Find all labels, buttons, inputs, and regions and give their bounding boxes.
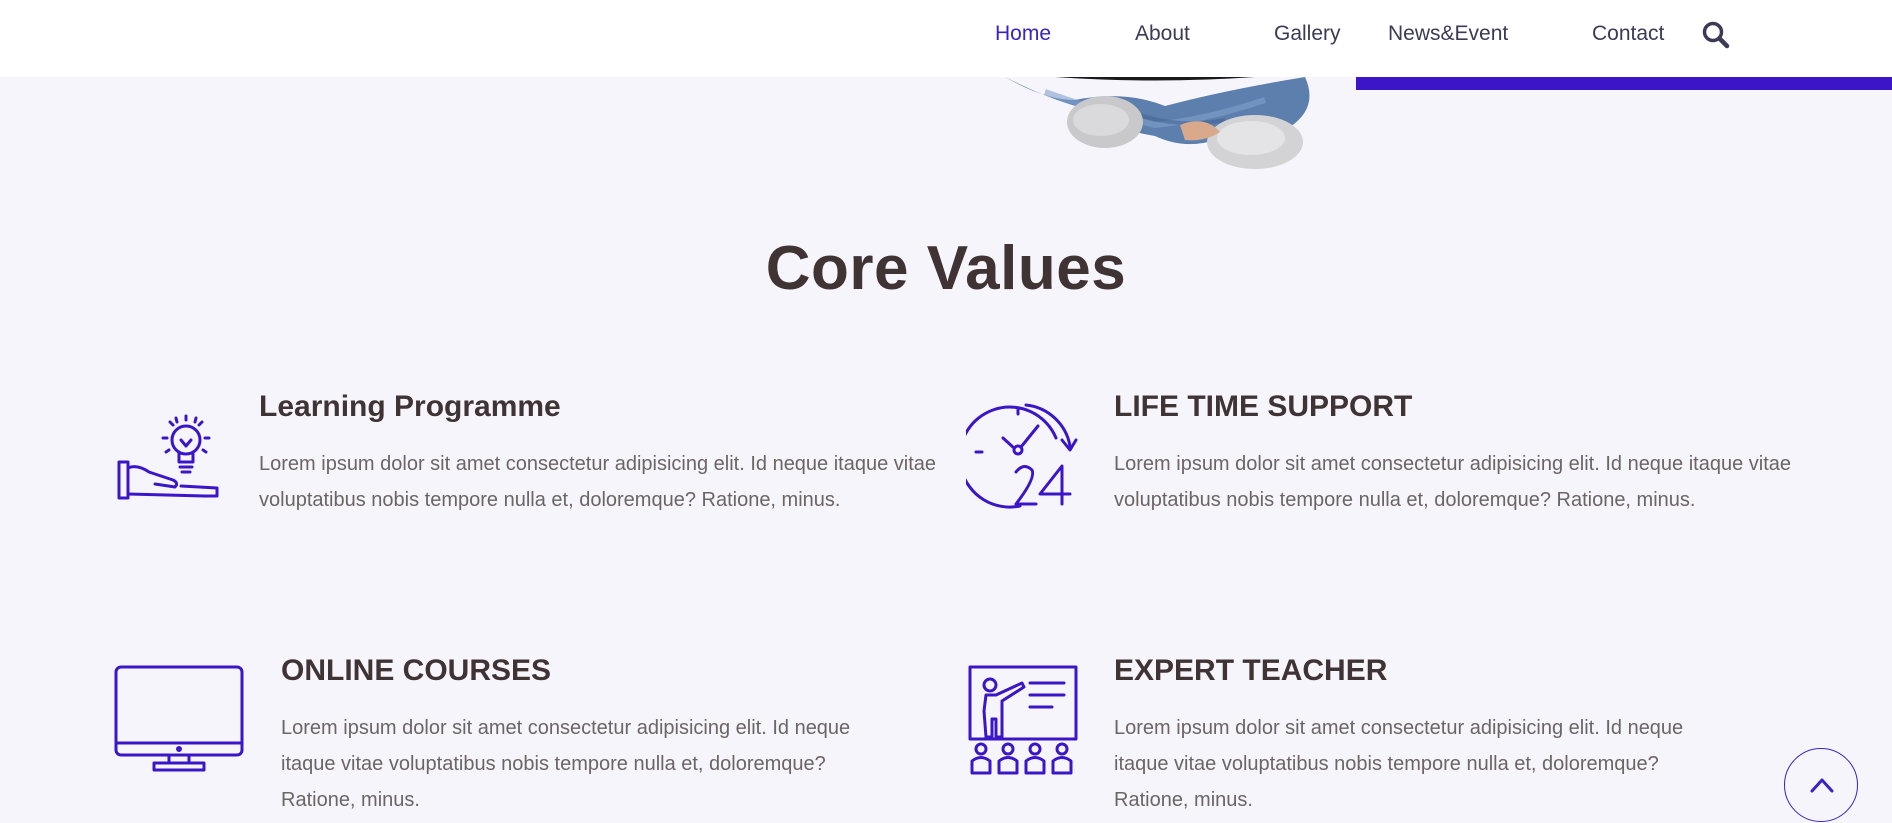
- nav-home[interactable]: Home: [995, 22, 1051, 46]
- site-header: Home About Gallery News&Event Contact: [0, 0, 1892, 77]
- hero-accent-bar: [1356, 77, 1892, 90]
- hero-person-image: [1005, 70, 1365, 175]
- nav-news-event[interactable]: News&Event: [1388, 22, 1508, 46]
- chevron-up-icon: [1810, 778, 1834, 793]
- back-to-top-button[interactable]: [1784, 748, 1858, 822]
- card-text-online: Lorem ipsum dolor sit amet consectetur a…: [281, 717, 851, 811]
- clock-24-icon: [958, 400, 1078, 517]
- card-title-support: LIFE TIME SUPPORT: [1114, 390, 1413, 423]
- card-text-support: Lorem ipsum dolor sit amet consectetur a…: [1114, 453, 1792, 511]
- nav-about[interactable]: About: [1135, 22, 1190, 46]
- hand-lightbulb-icon: [115, 410, 221, 515]
- card-text-teacher: Lorem ipsum dolor sit amet consectetur a…: [1114, 717, 1684, 811]
- nav-gallery[interactable]: Gallery: [1274, 22, 1341, 46]
- section-title: Core Values: [765, 234, 1127, 303]
- card-text-learning: Lorem ipsum dolor sit amet consectetur a…: [259, 453, 937, 511]
- card-title-teacher: EXPERT TEACHER: [1114, 654, 1388, 687]
- card-title-online: ONLINE COURSES: [281, 654, 552, 687]
- search-icon[interactable]: [1701, 20, 1731, 50]
- teacher-presentation-icon: [968, 665, 1078, 780]
- monitor-icon: [114, 665, 244, 780]
- card-title-learning: Learning Programme: [259, 390, 561, 423]
- nav-contact[interactable]: Contact: [1592, 22, 1664, 46]
